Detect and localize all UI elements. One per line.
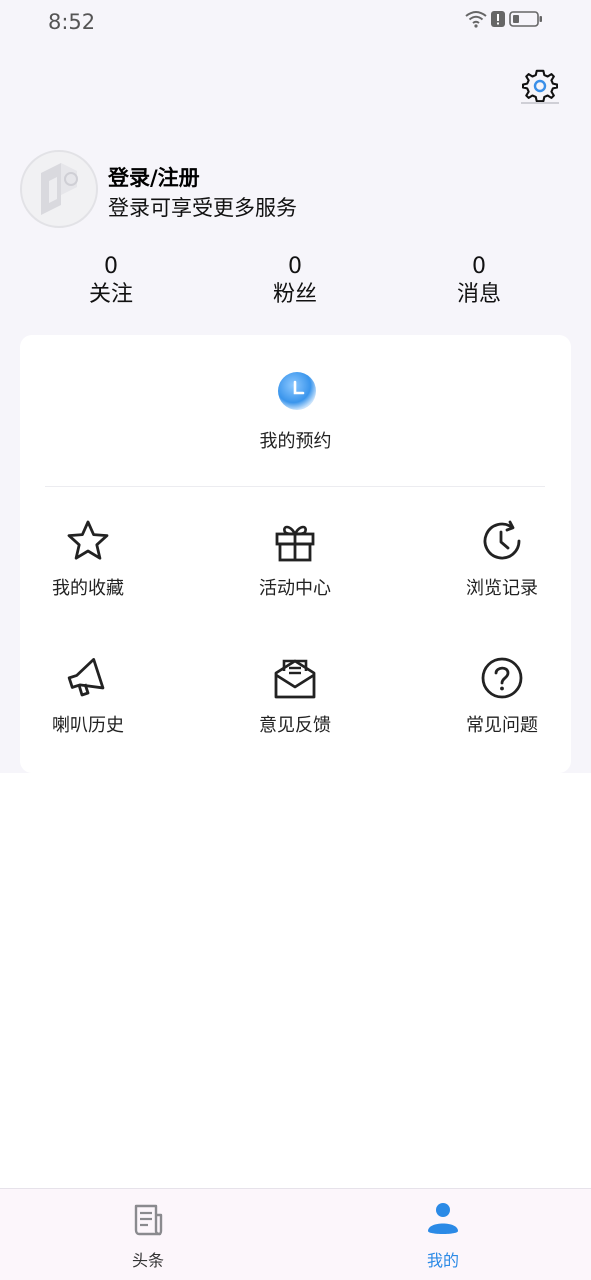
my-appointment-button[interactable]: 我的预约	[20, 335, 571, 485]
wifi-icon	[465, 11, 487, 28]
activity-center-button[interactable]: 活动中心	[225, 518, 365, 618]
stat-fans[interactable]: 0 粉丝	[235, 254, 355, 310]
stat-fans-label: 粉丝	[272, 282, 317, 307]
alert-icon	[491, 11, 505, 27]
gift-icon	[275, 525, 315, 562]
activity-center-label: 活动中心	[259, 578, 331, 599]
stat-messages[interactable]: 0 消息	[419, 254, 539, 310]
profile-login-area[interactable]: 登录/注册 登录可享受更多服务	[20, 150, 420, 230]
gear-icon	[522, 69, 558, 103]
news-icon	[134, 1204, 163, 1236]
card-divider	[45, 486, 545, 487]
tab-mine-label: 我的	[426, 1251, 459, 1270]
feedback-button[interactable]: 意见反馈	[225, 655, 365, 755]
login-subtitle: 登录可享受更多服务	[108, 196, 297, 220]
status-bar: 8:52	[0, 0, 591, 46]
settings-underline	[521, 102, 559, 104]
my-favorites-button[interactable]: 我的收藏	[18, 518, 158, 618]
stat-follow-count: 0	[104, 254, 118, 279]
stat-follow[interactable]: 0 关注	[51, 254, 171, 310]
my-appointment-label: 我的预约	[259, 431, 332, 452]
status-icons	[465, 10, 543, 28]
stat-fans-count: 0	[288, 254, 302, 279]
default-avatar-icon	[41, 163, 78, 215]
stat-messages-count: 0	[472, 254, 486, 279]
status-time: 8:52	[48, 10, 96, 34]
feedback-label: 意见反馈	[259, 715, 331, 736]
speaker-history-button[interactable]: 喇叭历史	[18, 655, 158, 755]
stats-row: 0 关注 0 粉丝 0 消息	[0, 254, 591, 314]
question-icon	[481, 657, 523, 699]
person-icon	[428, 1203, 458, 1234]
star-icon	[67, 520, 109, 560]
stat-messages-label: 消息	[456, 282, 501, 307]
login-register-title[interactable]: 登录/注册	[108, 162, 200, 192]
megaphone-icon	[67, 658, 105, 697]
history-clock-icon	[483, 520, 521, 560]
tab-mine[interactable]: 我的	[368, 1189, 518, 1280]
tab-headlines[interactable]: 头条	[73, 1189, 223, 1280]
browse-history-button[interactable]: 浏览记录	[432, 518, 572, 618]
clock-badge-icon	[278, 372, 316, 410]
stat-follow-label: 关注	[88, 282, 133, 307]
speaker-history-label: 喇叭历史	[52, 715, 124, 736]
browse-history-label: 浏览记录	[466, 578, 538, 599]
avatar[interactable]	[20, 150, 98, 228]
services-card: 我的预约 我的收藏 活动中心 浏览记录 喇叭历史 意见反馈 常见问题	[20, 335, 571, 773]
my-favorites-label: 我的收藏	[52, 578, 124, 599]
tab-headlines-label: 头条	[131, 1251, 164, 1270]
battery-icon	[509, 11, 542, 27]
bottom-tab-bar: 头条 我的	[0, 1188, 591, 1280]
faq-label: 常见问题	[466, 715, 538, 736]
faq-button[interactable]: 常见问题	[432, 655, 572, 755]
feedback-envelope-icon	[274, 659, 316, 699]
